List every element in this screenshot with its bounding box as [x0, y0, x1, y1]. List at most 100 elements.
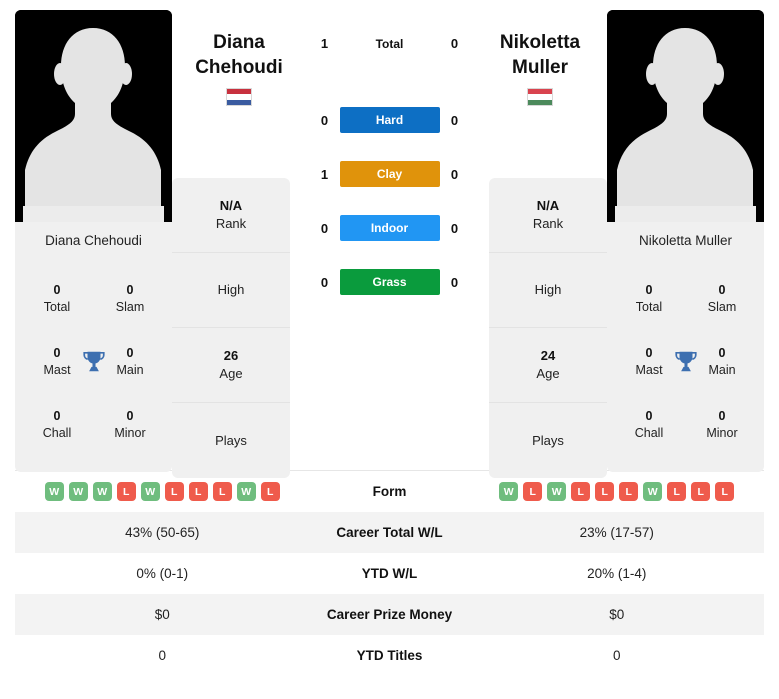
avatar-silhouette-icon: [607, 10, 764, 222]
stat-label: YTD W/L: [361, 566, 418, 581]
avatar-silhouette-icon: [15, 10, 172, 222]
left-player-first-name: Diana: [213, 32, 265, 53]
form-loss-badge: L: [571, 482, 591, 501]
h2h-total-label: Total: [375, 36, 404, 51]
right-stat-value: 20% (1-4): [587, 566, 647, 581]
table-row: 43% (50-65) Career Total W/L 23% (17-57): [15, 512, 764, 553]
form-win-badge: W: [68, 482, 88, 501]
right-avatar-caption: Nikoletta Muller: [607, 222, 764, 260]
right-titles-slam: 0 Slam: [707, 283, 737, 315]
right-titles-total: 0 Total: [635, 283, 663, 315]
h2h-row-indoor: 0 Indoor 0: [302, 215, 477, 241]
h2h-row-hard: 0 Hard 0: [302, 107, 477, 133]
form-loss-badge: L: [212, 482, 232, 501]
career-stats-table: 43% (50-65) Career Total W/L 23% (17-57) 0%…: [15, 512, 764, 676]
left-titles-slam: 0 Slam: [115, 283, 145, 315]
right-info-high: High: [489, 253, 607, 328]
right-player-avatar: [607, 10, 764, 222]
right-titles-row-1: 0 Total 0 Slam: [607, 282, 764, 316]
right-titles-minor: 0 Minor: [706, 408, 738, 440]
form-loss-badge: L: [116, 482, 136, 501]
form-loss-badge: L: [164, 482, 184, 501]
h2h-hard-badge[interactable]: Hard: [339, 107, 440, 133]
right-titles-row-3: 0 Chall 0 Minor: [607, 408, 764, 442]
form-loss-badge: L: [619, 482, 639, 501]
right-titles-main: 0 Main: [708, 345, 736, 377]
left-player-name-header: Diana Chehoudi: [180, 30, 298, 106]
h2h-indoor-left: 0: [320, 220, 329, 236]
left-stat-value: 43% (50-65): [125, 525, 200, 540]
left-info-card: N/A Rank High 26 Age Plays: [172, 178, 290, 478]
form-win-badge: W: [236, 482, 256, 501]
form-loss-badge: L: [595, 482, 615, 501]
left-avatar-caption: Diana Chehoudi: [15, 222, 172, 260]
form-win-badge: W: [499, 482, 519, 501]
h2h-grass-badge[interactable]: Grass: [339, 269, 440, 295]
left-stat-value: 0: [158, 648, 166, 663]
right-info-age: 24 Age: [489, 328, 607, 403]
right-info-rank: N/A Rank: [489, 178, 607, 253]
left-titles-total: 0 Total: [43, 283, 71, 315]
h2h-total-right: 0: [450, 36, 459, 51]
left-titles-main: 0 Main: [116, 345, 144, 377]
h2h-clay-badge[interactable]: Clay: [339, 161, 440, 187]
right-player-first-name: Nikoletta: [499, 32, 581, 53]
h2h-indoor-badge[interactable]: Indoor: [339, 215, 440, 241]
trophy-icon: [674, 351, 697, 372]
right-stat-value: 0: [612, 648, 621, 663]
left-titles-mast: 0 Mast: [43, 345, 71, 377]
form-loss-badge: L: [715, 482, 735, 501]
form-win-badge: W: [92, 482, 112, 501]
form-loss-badge: L: [188, 482, 208, 501]
form-loss-badge: L: [523, 482, 543, 501]
stat-label: YTD Titles: [356, 648, 423, 663]
right-titles-chall: 0 Chall: [634, 408, 664, 440]
left-player-form: WWWLWLLLWL: [15, 482, 310, 501]
left-info-rank: N/A Rank: [172, 178, 290, 253]
right-stat-value: 23% (17-57): [579, 525, 654, 540]
right-info-card: N/A Rank High 24 Age Plays: [489, 178, 607, 478]
h2h-grass-left: 0: [320, 274, 329, 290]
stat-label: Career Total W/L: [336, 525, 443, 540]
h2h-hard-right: 0: [450, 112, 459, 128]
hungary-flag-icon: [527, 88, 553, 106]
left-player-last-name: Chehoudi: [195, 57, 283, 78]
right-info-plays: Plays: [532, 432, 564, 448]
stat-label: Career Prize Money: [326, 607, 453, 622]
right-player-form: WLWLLLWLLL: [470, 482, 765, 501]
h2h-clay-right: 0: [450, 166, 459, 182]
right-info-column: N/A Rank High 24 Age Plays: [489, 178, 607, 478]
trophy-icon: [82, 351, 105, 372]
right-titles-mast: 0 Mast: [635, 345, 663, 377]
h2h-hard-left: 0: [320, 112, 329, 128]
left-titles-minor: 0 Minor: [114, 408, 146, 440]
form-win-badge: W: [140, 482, 160, 501]
table-row: 0 YTD Titles 0: [15, 635, 764, 676]
form-loss-badge: L: [260, 482, 280, 501]
right-player-name-header: Nikoletta Muller: [481, 30, 599, 106]
left-titles-row-3: 0 Chall 0 Minor: [15, 408, 172, 442]
left-info-high: High: [172, 253, 290, 328]
left-titles-row-1: 0 Total 0 Slam: [15, 282, 172, 316]
h2h-row-grass: 0 Grass 0: [302, 269, 477, 295]
form-row-label: Form: [372, 484, 407, 499]
left-info-plays: Plays: [215, 432, 247, 448]
h2h-grass-right: 0: [450, 274, 459, 290]
right-player-last-name: Muller: [512, 57, 568, 78]
left-player-column: Diana Chehoudi 0 Total 0 Slam 0 Mast 0 M…: [15, 10, 172, 472]
form-win-badge: W: [547, 482, 567, 501]
h2h-clay-left: 1: [320, 166, 329, 182]
comparison-top-section: Diana Chehoudi 0 Total 0 Slam 0 Mast 0 M…: [0, 0, 779, 478]
left-titles-card: 0 Total 0 Slam 0 Mast 0 Main 0 Chall 0 M…: [15, 260, 172, 472]
left-stat-value: 0% (0-1): [136, 566, 189, 581]
left-info-age: 26 Age: [172, 328, 290, 403]
right-titles-card: 0 Total 0 Slam 0 Mast 0 Main 0 Chall 0 M…: [607, 260, 764, 472]
right-stat-value: $0: [609, 607, 625, 622]
right-titles-row-2: 0 Mast 0 Main: [607, 345, 764, 379]
table-row: $0 Career Prize Money $0: [15, 594, 764, 635]
player-comparison-page: Diana Chehoudi Nikoletta Muller Diana Ch…: [0, 0, 779, 699]
left-player-avatar: [15, 10, 172, 222]
right-player-column: Nikoletta Muller 0 Total 0 Slam 0 Mast 0…: [607, 10, 764, 472]
left-titles-chall: 0 Chall: [42, 408, 72, 440]
left-stat-value: $0: [154, 607, 170, 622]
